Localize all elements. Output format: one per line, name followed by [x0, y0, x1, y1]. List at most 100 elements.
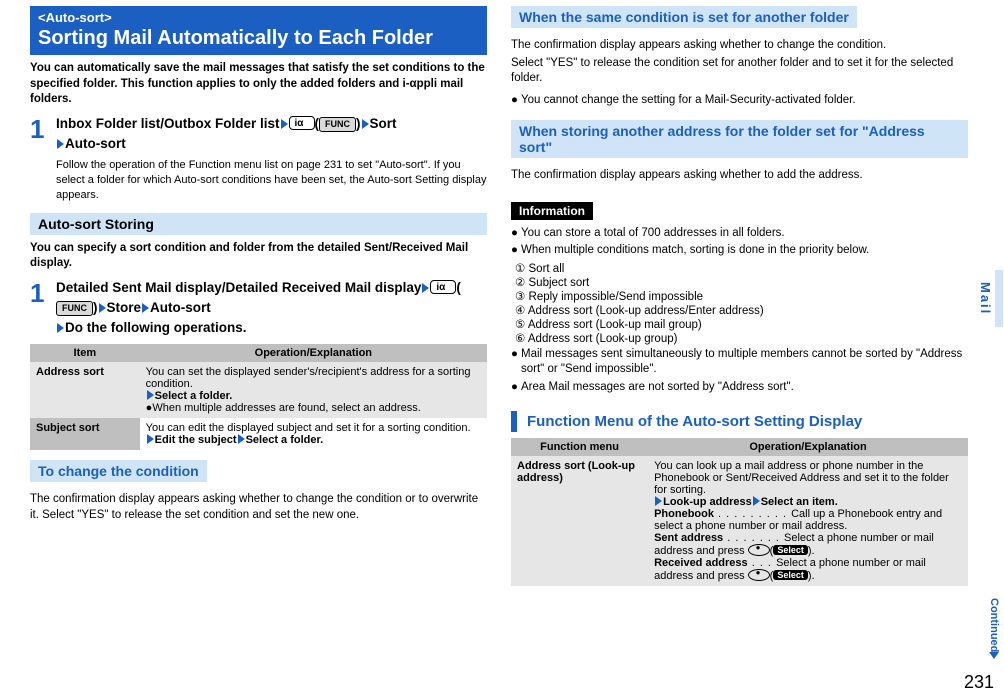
- step-1: 1 Inbox Folder list/Outbox Folder list(F…: [30, 114, 487, 203]
- bullet-row: ●When multiple conditions match, sorting…: [511, 243, 968, 259]
- step1-part-a: Inbox Folder list/Outbox Folder list: [56, 116, 280, 131]
- bullet-dot: ●: [511, 347, 521, 378]
- func-button-icon: FUNC: [56, 301, 93, 317]
- arrow-icon: [147, 434, 154, 444]
- step-heading: Detailed Sent Mail display/Detailed Rece…: [56, 278, 487, 339]
- op-cell: You can look up a mail address or phone …: [648, 456, 968, 586]
- step2-part-c: Auto-sort: [150, 300, 211, 315]
- label: Phonebook: [654, 508, 714, 520]
- item-cell: Address sort: [30, 362, 140, 418]
- center-key-icon: [748, 569, 770, 581]
- text: When multiple conditions match, sorting …: [521, 243, 869, 259]
- text: You can store a total of 700 addresses i…: [521, 226, 785, 242]
- circled-number-icon: ⑥: [515, 331, 525, 345]
- action-text: Select a folder.: [155, 390, 233, 402]
- step-number: 1: [30, 114, 56, 203]
- page-container: <Auto-sort> Sorting Mail Automatically t…: [0, 0, 1004, 586]
- left-column: <Auto-sort> Sorting Mail Automatically t…: [30, 6, 487, 586]
- text: Subject sort: [529, 277, 590, 289]
- priority-list: ① Sort all ② Subject sort ③ Reply imposs…: [515, 261, 968, 345]
- bullet-row: ●Mail messages sent simultaneously to mu…: [511, 347, 968, 378]
- func-button-icon: FUNC: [319, 117, 356, 133]
- step-body: Inbox Folder list/Outbox Folder list(FUN…: [56, 114, 487, 203]
- text: Address sort (Look-up address/Enter addr…: [528, 305, 764, 317]
- text: Mail messages sent simultaneously to mul…: [521, 347, 968, 378]
- circled-number-icon: ④: [515, 303, 525, 317]
- arrow-icon: [422, 283, 429, 293]
- circled-number-icon: ③: [515, 289, 525, 303]
- i-alpha-key-icon: [289, 116, 315, 130]
- label: Received address: [654, 557, 748, 569]
- action-text: Select an item.: [761, 496, 838, 508]
- item-cell: Subject sort: [30, 418, 140, 450]
- continued-indicator: Continued: [988, 598, 1000, 661]
- arrow-icon: [57, 139, 64, 149]
- circled-number-icon: ①: [515, 261, 525, 275]
- bullet-dot: ●: [511, 93, 521, 109]
- step-note: Follow the operation of the Function men…: [56, 158, 487, 203]
- continued-text: Continued: [988, 598, 1000, 652]
- i-alpha-key-icon: [430, 280, 456, 294]
- circled-number-icon: ⑤: [515, 317, 525, 331]
- list-item: ④ Address sort (Look-up address/Enter ad…: [515, 303, 968, 317]
- leader-dots: . . . . . . .: [723, 532, 784, 544]
- store-address-heading: When storing another address for the fol…: [511, 120, 968, 158]
- col-item: Item: [30, 344, 140, 362]
- circled-number-icon: ②: [515, 275, 525, 289]
- same-body-1: The confirmation display appears asking …: [511, 38, 968, 54]
- action-text: Select a folder.: [246, 434, 324, 446]
- action-text: Look-up address: [663, 496, 752, 508]
- arrow-icon: [99, 303, 106, 313]
- section-header: <Auto-sort> Sorting Mail Automatically t…: [30, 6, 487, 55]
- arrow-icon: [362, 119, 369, 129]
- bullet-dot: ●: [511, 380, 521, 396]
- section-title: Sorting Mail Automatically to Each Folde…: [38, 25, 479, 54]
- step-number: 1: [30, 278, 56, 339]
- center-key-icon: [748, 544, 770, 556]
- store-body: The confirmation display appears asking …: [511, 168, 968, 184]
- same-body-2: Select "YES" to release the condition se…: [511, 56, 968, 87]
- arrow-icon: [238, 434, 245, 444]
- table-header-row: Item Operation/Explanation: [30, 344, 487, 362]
- text: You can set the displayed sender's/recip…: [146, 366, 471, 390]
- down-triangle-icon: [989, 652, 999, 659]
- op-cell: You can set the displayed sender's/recip…: [140, 362, 487, 418]
- autosort-storing-heading: Auto-sort Storing: [30, 213, 487, 235]
- col-item: Function menu: [511, 438, 648, 456]
- action-text: Edit the subject: [155, 434, 237, 446]
- col-operation: Operation/Explanation: [648, 438, 968, 456]
- table-header-row: Function menu Operation/Explanation: [511, 438, 968, 456]
- arrow-icon: [655, 496, 662, 506]
- arrow-icon: [753, 496, 760, 506]
- operation-table-left: Item Operation/Explanation Address sort …: [30, 344, 487, 450]
- bullet-row: ●You can store a total of 700 addresses …: [511, 226, 968, 242]
- list-item: ① Sort all: [515, 261, 968, 275]
- item-cell: Address sort (Look-up address): [511, 456, 648, 586]
- text: Reply impossible/Send impossible: [529, 291, 704, 303]
- right-column: When the same condition is set for anoth…: [511, 6, 968, 586]
- function-menu-heading: Function Menu of the Auto-sort Setting D…: [511, 411, 968, 432]
- step-body: Detailed Sent Mail display/Detailed Rece…: [56, 278, 487, 339]
- section-pre: <Auto-sort>: [38, 10, 479, 25]
- arrow-icon: [147, 390, 154, 400]
- table-row: Address sort You can set the displayed s…: [30, 362, 487, 418]
- page-number: 231: [964, 672, 994, 693]
- same-condition-heading: When the same condition is set for anoth…: [511, 6, 857, 28]
- list-item: ② Subject sort: [515, 275, 968, 289]
- bullet-dot: ●: [511, 226, 521, 242]
- step1-part-b: Sort: [370, 116, 397, 131]
- text: You can look up a mail address or phone …: [654, 460, 949, 496]
- select-button-icon: Select: [773, 545, 808, 555]
- table-row: Subject sort You can edit the displayed …: [30, 418, 487, 450]
- text: When multiple addresses are found, selec…: [152, 402, 420, 414]
- arrow-icon: [281, 119, 288, 129]
- arrow-icon: [142, 303, 149, 313]
- operation-table-right: Function menu Operation/Explanation Addr…: [511, 438, 968, 586]
- bullet-row: ● You cannot change the setting for a Ma…: [511, 93, 968, 109]
- table-row: Address sort (Look-up address) You can l…: [511, 456, 968, 586]
- op-cell: You can edit the displayed subject and s…: [140, 418, 487, 450]
- leader-dots: . . .: [748, 557, 776, 569]
- information-heading: Information: [511, 202, 593, 220]
- text: Address sort (Look-up group): [528, 333, 678, 345]
- step1-part-c: Auto-sort: [65, 136, 126, 151]
